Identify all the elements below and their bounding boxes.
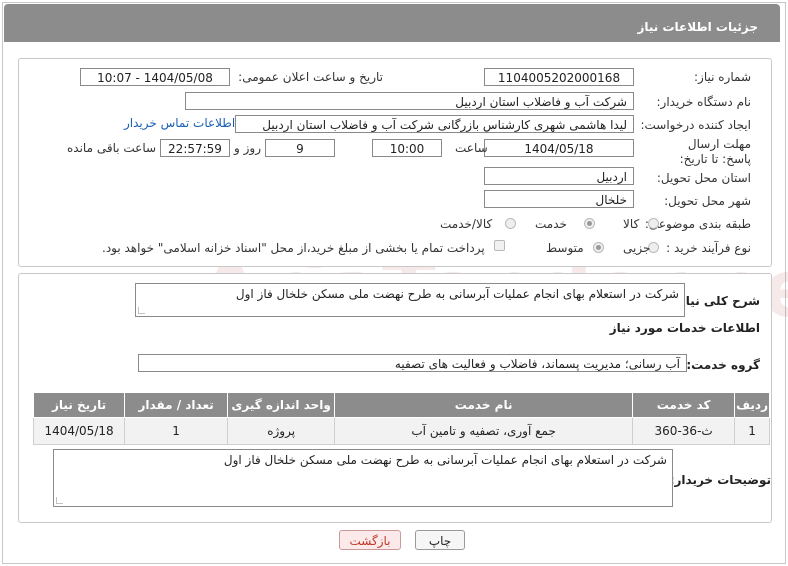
service-group-label: گروه خدمت:	[686, 358, 760, 372]
deadline-time-field: 10:00	[372, 139, 442, 157]
category-label: طبقه بندی موضوعی:	[644, 217, 751, 231]
table-header-row: ردیف کد خدمت نام خدمت واحد اندازه گیری ت…	[32, 392, 770, 418]
deadline-label: مهلت ارسال پاسخ: تا تاریخ:	[679, 137, 751, 166]
buyer-org-field: شرکت آب و فاضلاب استان اردبیل	[185, 92, 634, 110]
treasury-checkbox[interactable]	[494, 240, 505, 251]
category-radio-service[interactable]	[584, 218, 595, 229]
days-remaining-field: 9	[265, 139, 335, 157]
page-title: جزئیات اطلاعات نیاز	[637, 20, 758, 34]
summary-label: شرح کلی نیاز:	[674, 294, 760, 308]
deadline-time-label: ساعت	[455, 141, 488, 155]
announce-label: تاریخ و ساعت اعلان عمومی:	[238, 70, 383, 84]
col-row: ردیف	[734, 392, 770, 418]
category-radio-goods-service[interactable]	[505, 218, 516, 229]
details-panel	[18, 58, 772, 267]
deadline-date-field: 1404/05/18	[484, 139, 634, 157]
announce-datetime-field: 1404/05/08 - 10:07	[80, 68, 230, 86]
process-radio-medium[interactable]	[593, 242, 604, 253]
buyer-org-label: نام دستگاه خریدار:	[656, 95, 752, 109]
summary-text-value: شرکت در استعلام بهای انجام عملیات آبرسان…	[235, 287, 679, 301]
cell-row: 1	[734, 417, 770, 445]
col-date: تاریخ نیاز	[32, 392, 126, 418]
buyer-notes-label: توضیحات خریدار:	[669, 473, 771, 487]
need-number-label: شماره نیاز:	[694, 70, 751, 84]
category-option-goods-service: کالا/خدمت	[440, 217, 493, 231]
col-code: کد خدمت	[632, 392, 736, 418]
process-option-minor: جزیی	[623, 241, 651, 255]
city-label: شهر محل تحویل:	[664, 194, 751, 208]
col-name: نام خدمت	[334, 392, 634, 418]
province-label: استان محل تحویل:	[656, 171, 751, 185]
need-number-field: 1104005202000168	[484, 68, 634, 86]
city-field: خلخال	[484, 190, 634, 208]
resize-handle[interactable]	[56, 497, 63, 504]
col-unit: واحد اندازه گیری	[227, 392, 336, 418]
print-button[interactable]: چاپ	[415, 530, 465, 550]
remaining-time-field: 22:57:59	[160, 139, 230, 157]
title-bar: جزئیات اطلاعات نیاز	[4, 4, 780, 42]
category-option-goods: کالا	[623, 217, 640, 231]
creator-label: ایجاد کننده درخواست:	[640, 118, 751, 132]
cell-name: جمع آوری، تصفیه و تامین آب	[334, 417, 634, 445]
resize-handle[interactable]	[138, 307, 145, 314]
province-field: اردبیل	[484, 167, 634, 185]
summary-text: شرکت در استعلام بهای انجام عملیات آبرسان…	[135, 283, 685, 317]
buyer-notes-text: شرکت در استعلام بهای انجام عملیات آبرسان…	[53, 449, 673, 507]
creator-field: لیدا هاشمی شهری کارشناس بازرگانی شرکت آب…	[235, 115, 634, 133]
cell-qty: 1	[124, 417, 229, 445]
back-button[interactable]: بازگشت	[339, 530, 401, 550]
process-option-medium: متوسط	[546, 241, 584, 255]
days-label: روز و	[234, 141, 261, 155]
services-table: ردیف کد خدمت نام خدمت واحد اندازه گیری ت…	[32, 392, 770, 445]
category-option-service: خدمت	[535, 217, 567, 231]
treasury-note: پرداخت تمام یا بخشی از مبلغ خرید،از محل …	[102, 241, 485, 255]
cell-unit: پروژه	[227, 417, 336, 445]
cell-date: 1404/05/18	[32, 417, 126, 445]
remaining-label: ساعت باقی مانده	[67, 141, 157, 155]
service-group-field: آب رسانی؛ مدیریت پسماند، فاضلاب و فعالیت…	[138, 354, 687, 372]
category-radio-goods[interactable]	[648, 218, 659, 229]
cell-code: ث-36-360	[632, 417, 736, 445]
table-row: 1 ث-36-360 جمع آوری، تصفیه و تامین آب پر…	[32, 417, 770, 445]
process-label: نوع فرآیند خرید :	[666, 241, 751, 255]
contact-info-link[interactable]: اطلاعات تماس خریدار	[124, 116, 235, 130]
services-section-title: اطلاعات خدمات مورد نیاز	[609, 321, 760, 335]
col-qty: تعداد / مقدار	[124, 392, 229, 418]
buyer-notes-value: شرکت در استعلام بهای انجام عملیات آبرسان…	[223, 453, 667, 467]
